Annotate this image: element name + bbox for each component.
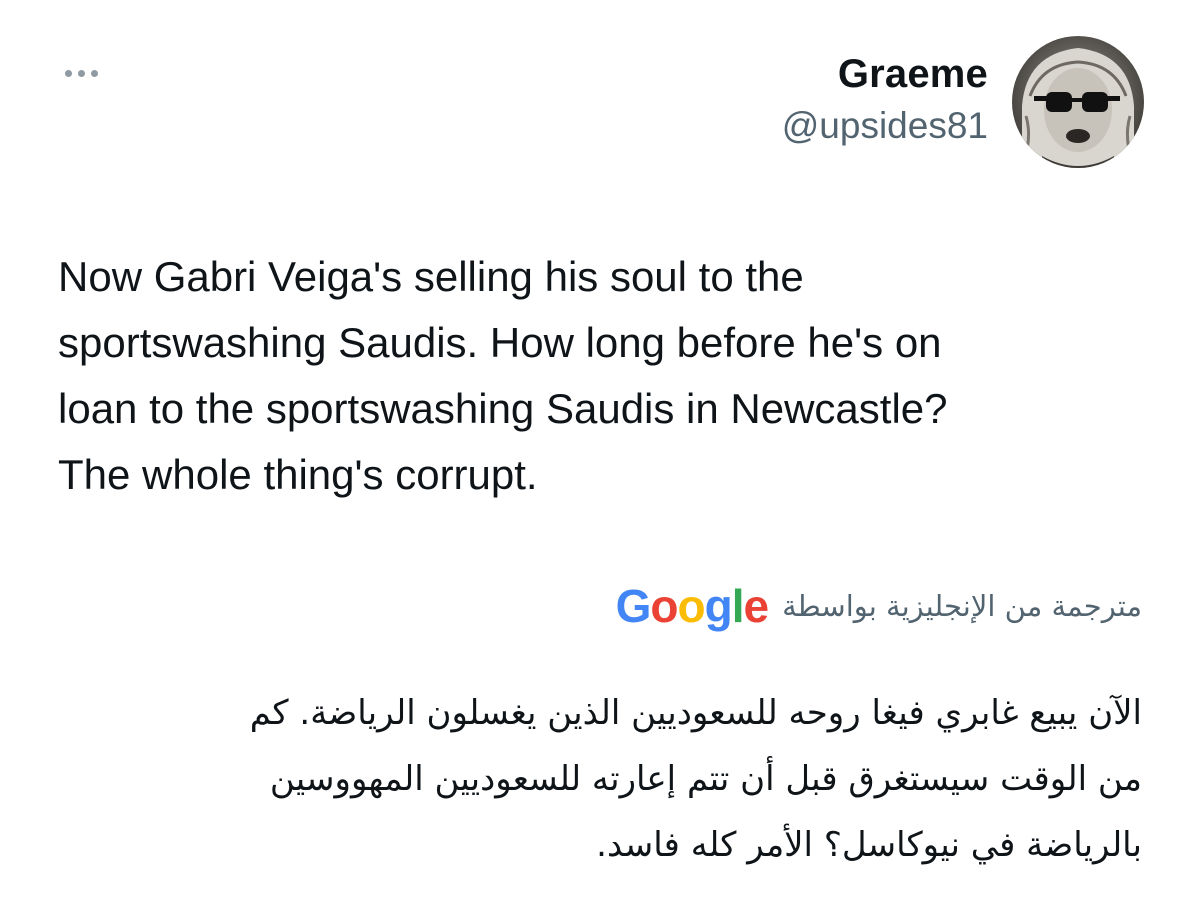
ellipsis-icon-dot [90,69,98,77]
avatar[interactable] [1012,36,1144,168]
google-logo-letter: o [650,580,678,632]
tweet-text: Now Gabri Veiga's selling his soul to th… [58,253,948,498]
author-handle[interactable]: @upsides81 [782,102,988,150]
google-logo-letter: G [615,580,652,632]
avatar-photo [1012,36,1144,168]
google-logo-letter: l [731,580,745,632]
author-info: Graeme @upsides81 [782,48,988,150]
google-logo-letter: g [704,580,733,632]
translation-label: مترجمة من الإنجليزية بواسطة [782,589,1142,623]
google-logo-letter: o [677,580,706,632]
translated-tweet-text: الآن يبيع غابري فيغا روحه للسعوديين الذي… [249,693,1142,865]
translation-attribution: Google مترجمة من الإنجليزية بواسطة [616,576,1142,636]
ellipsis-icon [64,69,72,77]
ellipsis-icon-dot [77,69,85,77]
google-logo-letter: e [743,580,770,632]
more-options-button[interactable] [58,58,104,88]
author-display-name[interactable]: Graeme [782,48,988,100]
google-logo: Google [615,576,770,636]
